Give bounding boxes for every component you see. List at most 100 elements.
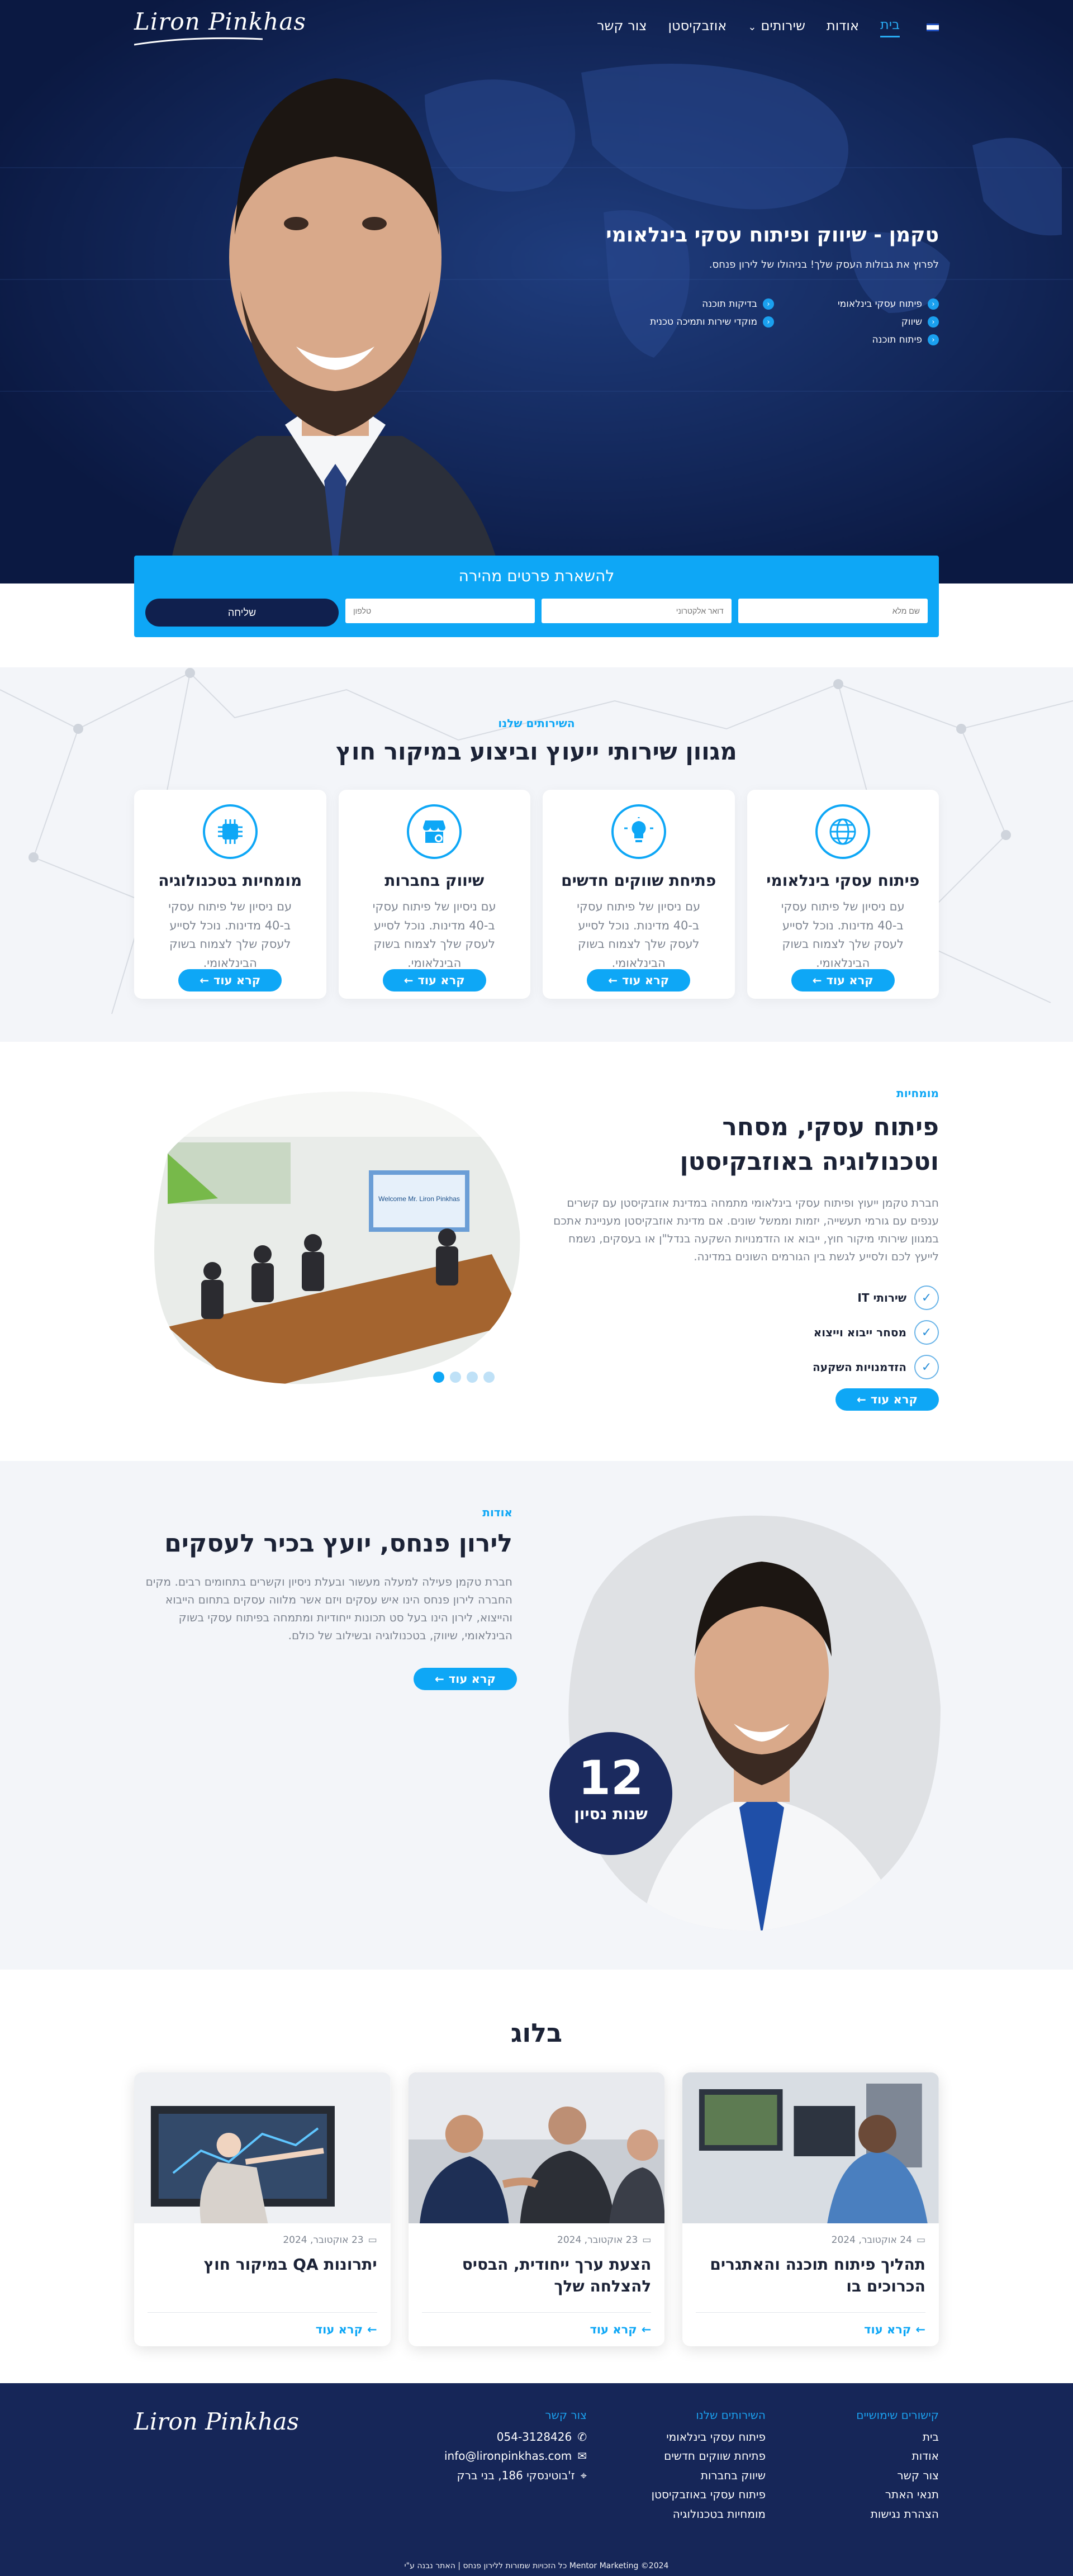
arrow-left-icon: ← <box>608 974 618 987</box>
blog-post-card[interactable]: ▭ 23 אוקטובר, 2024 הצעת ערך ייחודית, הבסי… <box>408 2072 665 2346</box>
slider-dot-active[interactable] <box>433 1372 444 1383</box>
arrow-left-icon: ← <box>435 1672 444 1686</box>
checklist-item: ✓ שירותי IT <box>813 1285 939 1310</box>
blog-post-card[interactable]: ▭ 23 אוקטובר, 2024 יתרונות QA במיקור חוץ … <box>134 2072 391 2346</box>
globe-icon <box>815 804 871 859</box>
submit-button[interactable]: שליחה <box>145 599 339 627</box>
phone-icon: ✆ <box>577 2430 587 2444</box>
quick-contact-form: להשארת פרטים מהירה שליחה <box>134 556 939 637</box>
expertise-checklist: ✓ שירותי IT ✓ מסחר ייבוא וייצוא ✓ הזדמנויות… <box>813 1285 939 1379</box>
footer-link-accessibility[interactable]: הצהרת נגישות <box>856 2504 939 2523</box>
check-icon: ✓ <box>914 1355 939 1379</box>
nav-item-contact[interactable]: צור קשר <box>597 18 647 37</box>
service-card: פיתוח עסקי בינלאומי עם ניסיון של פיתוח ע… <box>747 790 939 999</box>
meeting-room-image: Welcome Mr. Liron Pinkhas <box>154 1092 520 1384</box>
footer-service-link[interactable]: שיווק בחברות <box>652 2466 766 2485</box>
read-more-link[interactable]: ← קרא עוד <box>421 2312 652 2336</box>
slider-dot[interactable] <box>467 1372 478 1383</box>
post-date: ▭ 24 אוקטובר, 2024 <box>682 2226 939 2246</box>
footer-service-link[interactable]: פיתוח עסקי בינלאומי <box>652 2427 766 2446</box>
read-more-label: קרא עוד <box>864 2323 911 2336</box>
footer-logo[interactable]: Liron Pinkhas <box>134 2408 299 2435</box>
footer-service-link[interactable]: פתיחת שווקים חדשים <box>652 2446 766 2465</box>
chevron-left-icon: ‹ <box>763 316 774 328</box>
services-title: מגוון שירותי ייעוץ וביצוע במיקור חוץ <box>336 738 737 765</box>
footer-email[interactable]: ✉ info@lironpinkhas.com <box>444 2446 587 2465</box>
blog-section: בלוג ▭ 24 אוקטובר, 2024 תהליך פיתוח תוכנה… <box>0 1970 1073 2383</box>
read-more-button[interactable]: קרא עוד ← <box>835 1388 939 1411</box>
chevron-left-icon: ‹ <box>928 316 939 328</box>
read-more-button[interactable]: קרא עוד ← <box>587 969 691 992</box>
service-card-title: שיווק בחברות <box>384 871 485 890</box>
nav-item-uzbekistan[interactable]: אוזבקיסטן <box>668 18 727 37</box>
post-title[interactable]: תהליך פיתוח תוכנה והאתגרים הכרוכים בו <box>682 2246 939 2297</box>
nav-item-services[interactable]: שירותים ⌄ <box>748 18 805 37</box>
blog-title: בלוג <box>510 2018 563 2048</box>
calendar-icon: ▭ <box>916 2235 925 2246</box>
post-title[interactable]: יתרונות QA במיקור חוץ <box>134 2246 391 2275</box>
services-cards: פיתוח עסקי בינלאומי עם ניסיון של פיתוח ע… <box>134 790 939 999</box>
hero-subtitle: לפרוץ את גבולות העסק שלך! בניהולו של ליר… <box>709 259 939 271</box>
about-title: לירון פנחס, יועץ בכיר לעסקים <box>164 1529 512 1558</box>
arrow-left-icon: ← <box>367 2323 377 2336</box>
about-section: אודות לירון פנחס, יועץ בכיר לעסקים חברת … <box>0 1461 1073 1970</box>
post-date: ▭ 23 אוקטובר, 2024 <box>409 2226 665 2246</box>
language-flag-icon[interactable] <box>927 23 939 31</box>
years-label: שנות נסיון <box>574 1805 648 1823</box>
hero-feature-label: מוקדי שירות ותמיכה טכנית <box>650 316 757 328</box>
footer-phone[interactable]: ✆ 054-3128426 <box>444 2427 587 2446</box>
nav-item-about[interactable]: אודות <box>827 18 859 37</box>
footer-link-home[interactable]: בית <box>856 2427 939 2446</box>
full-name-input[interactable] <box>738 599 928 623</box>
service-card-title: פתיחת שווקים חדשים <box>561 871 716 890</box>
hero-feature-label: פיתוח עסקי בינלאומי <box>837 298 922 310</box>
arrow-left-icon: ← <box>856 1393 866 1406</box>
footer-column-title: קישורים שימושיים <box>856 2408 939 2422</box>
arrow-left-icon: ← <box>403 974 414 987</box>
hero-title: טקמן - שיווק ופיתוח עסקי בינלאומי <box>606 224 939 246</box>
phone-input[interactable] <box>345 599 535 623</box>
quick-form-row: שליחה <box>145 599 928 627</box>
service-card-text: עם ניסיון של פיתוח עסקי ב-40 מדינות. נוכ… <box>577 900 701 970</box>
footer-link-contact[interactable]: צור קשר <box>856 2466 939 2485</box>
nav-item-home[interactable]: בית <box>880 17 900 37</box>
blog-post-card[interactable]: ▭ 24 אוקטובר, 2024 תהליך פיתוח תוכנה והאת… <box>682 2072 939 2346</box>
hero-feature-label: פיתוח תוכנה <box>872 334 922 345</box>
read-more-button[interactable]: קרא עוד ← <box>791 969 895 992</box>
footer-link-terms[interactable]: תנאי האתר <box>856 2485 939 2504</box>
nav-item-services-label: שירותים <box>761 17 805 34</box>
slider-dot[interactable] <box>483 1372 495 1383</box>
read-more-label: קרא עוד <box>448 1672 496 1686</box>
read-more-label: קרא עוד <box>315 2323 363 2336</box>
read-more-link[interactable]: ← קרא עוד <box>147 2312 377 2336</box>
checklist-item: ✓ הזדמנויות השקעה <box>813 1355 939 1379</box>
read-more-button[interactable]: קרא עוד ← <box>382 969 486 992</box>
read-more-link[interactable]: ← קרא עוד <box>696 2312 925 2336</box>
read-more-button[interactable]: קרא עוד ← <box>414 1668 517 1690</box>
expertise-title: פיתוח עסקי, מסחר וטכנולוגיה באוזבקיסטן <box>680 1113 939 1176</box>
about-text: חברת טקמן פעילה למעלה מעשור ובעלת ניסיון… <box>145 1575 512 1642</box>
post-thumbnail-image <box>134 2072 391 2223</box>
footer-link-about[interactable]: אודות <box>856 2446 939 2465</box>
hero-feature-label: שיווק <box>901 316 922 328</box>
read-more-label: קרא עוד <box>870 1393 918 1406</box>
service-card: מומחיות בטכנולוגיה עם ניסיון של פיתוח עס… <box>134 790 326 999</box>
footer-service-link[interactable]: מומחיות בטכנולוגיה <box>652 2504 766 2523</box>
arrow-left-icon: ← <box>812 974 822 987</box>
slider-dots <box>433 1372 495 1383</box>
footer-contact: צור קשר ✆ 054-3128426 ✉ info@lironpinkhas.… <box>444 2408 587 2485</box>
post-title[interactable]: הצעת ערך ייחודית, הבסיס להצלחה שלך <box>409 2246 665 2297</box>
slider-dot[interactable] <box>450 1372 461 1383</box>
hero-feature: ‹ פיתוח עסקי בינלאומי <box>838 298 939 310</box>
blog-posts: ▭ 24 אוקטובר, 2024 תהליך פיתוח תוכנה והאת… <box>134 2072 939 2346</box>
footer-services-links: השירותים שלנו פיתוח עסקי בינלאומי פתיחת … <box>652 2408 766 2523</box>
arrow-left-icon: ← <box>641 2323 652 2336</box>
footer-service-link[interactable]: פיתוח עסקי באוזבקיסטן <box>652 2485 766 2504</box>
read-more-button[interactable]: קרא עוד ← <box>178 969 282 992</box>
nav-menu: בית אודות שירותים ⌄ אוזבקיסטן צור קשר <box>597 17 939 37</box>
calendar-icon: ▭ <box>368 2235 377 2246</box>
footer-copyright: Mentor Marketing ©2024 כל הזכויות שמורות… <box>404 2561 669 2570</box>
arrow-left-icon: ← <box>200 974 209 987</box>
email-input[interactable] <box>542 599 732 623</box>
footer-address: ⌖ ז'בוטינסקי 186, בני ברק <box>444 2466 587 2485</box>
